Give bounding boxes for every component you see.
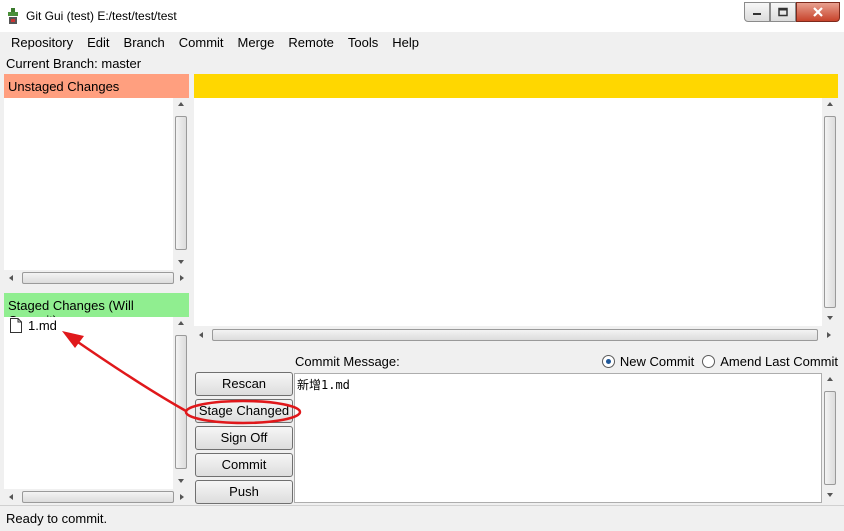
menu-remote[interactable]: Remote	[281, 32, 341, 52]
window-title: Git Gui (test) E:/test/test/test	[26, 9, 177, 23]
diff-hscroll[interactable]	[194, 327, 838, 343]
staged-file-name: 1.md	[28, 318, 57, 333]
menu-merge[interactable]: Merge	[231, 32, 282, 52]
commit-message-label: Commit Message:	[295, 354, 400, 369]
rescan-button[interactable]: Rescan	[195, 372, 293, 396]
staged-file-item[interactable]: 1.md	[10, 318, 57, 333]
menu-repository[interactable]: Repository	[4, 32, 80, 52]
current-branch: Current Branch: master	[6, 56, 142, 71]
unstaged-vscroll[interactable]	[173, 98, 189, 270]
minimize-button[interactable]	[744, 2, 770, 22]
staged-hscroll[interactable]	[4, 489, 189, 505]
menu-edit[interactable]: Edit	[80, 32, 116, 52]
commit-button[interactable]: Commit	[195, 453, 293, 477]
commit-mode-group: New Commit Amend Last Commit	[601, 354, 838, 369]
file-icon	[10, 318, 22, 333]
diff-header	[194, 74, 838, 98]
close-icon	[813, 7, 823, 17]
maximize-icon	[778, 7, 788, 17]
title-bar: Git Gui (test) E:/test/test/test	[0, 0, 844, 32]
git-gui-icon	[8, 8, 18, 24]
amend-commit-radio[interactable]	[702, 355, 716, 368]
status-text: Ready to commit.	[6, 511, 108, 526]
sign-off-button[interactable]: Sign Off	[195, 426, 293, 450]
unstaged-header: Unstaged Changes	[4, 74, 189, 98]
new-commit-radio[interactable]	[601, 355, 615, 368]
staged-vscroll[interactable]	[173, 317, 189, 489]
commit-message-input[interactable]: 新增1.md	[294, 373, 822, 503]
commit-message-text: 新增1.md	[297, 378, 350, 392]
status-bar: Ready to commit.	[0, 505, 844, 531]
maximize-button[interactable]	[770, 2, 796, 22]
menu-branch[interactable]: Branch	[117, 32, 172, 52]
amend-commit-label[interactable]: Amend Last Commit	[720, 354, 838, 369]
menu-help[interactable]: Help	[385, 32, 426, 52]
menu-tools[interactable]: Tools	[341, 32, 385, 52]
menu-commit[interactable]: Commit	[172, 32, 231, 52]
minimize-icon	[753, 13, 761, 15]
unstaged-hscroll[interactable]	[4, 270, 189, 286]
menu-bar: Repository Edit Branch Commit Merge Remo…	[0, 32, 844, 52]
push-button[interactable]: Push	[195, 480, 293, 504]
commit-message-vscroll[interactable]	[822, 373, 838, 503]
diff-view[interactable]	[194, 98, 822, 326]
stage-changed-button[interactable]: Stage Changed	[195, 399, 293, 423]
diff-vscroll[interactable]	[822, 98, 838, 326]
close-button[interactable]	[796, 2, 840, 22]
unstaged-list[interactable]	[4, 98, 189, 270]
staged-header: Staged Changes (Will Commit)	[4, 293, 189, 328]
staged-list[interactable]	[4, 317, 189, 489]
new-commit-label[interactable]: New Commit	[620, 354, 694, 369]
